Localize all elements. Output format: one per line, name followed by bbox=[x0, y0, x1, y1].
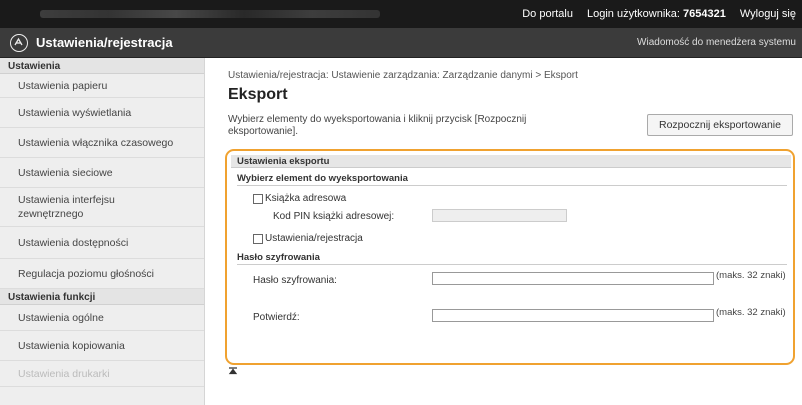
scroll-top-icon[interactable] bbox=[228, 367, 238, 377]
confirm-hint: (maks. 32 znaki) bbox=[716, 307, 786, 318]
sidebar-item-timer[interactable]: Ustawienia włącznika czasowego bbox=[0, 128, 204, 158]
sidebar-item-accessibility[interactable]: Ustawienia dostępności bbox=[0, 227, 204, 259]
sidebar-item-interface[interactable]: Ustawienia interfejsu zewnętrznego bbox=[0, 188, 140, 226]
settings-app-icon bbox=[10, 34, 28, 52]
password-hint: (maks. 32 znaki) bbox=[716, 270, 786, 281]
sidebar-item-paper[interactable]: Ustawienia papieru bbox=[0, 74, 204, 98]
address-book-label: Książka adresowa bbox=[265, 193, 347, 204]
sidebar-item-volume[interactable]: Regulacja poziomu głośności bbox=[0, 259, 204, 289]
sidebar-section-functions: Ustawienia funkcji bbox=[0, 289, 204, 305]
settings-registration-option: Ustawienia/rejestracja bbox=[253, 233, 363, 244]
breadcrumb: Ustawienia/rejestracja: Ustawienie zarzą… bbox=[228, 70, 578, 81]
settings-registration-checkbox[interactable] bbox=[253, 233, 263, 244]
page-description: Wybierz elementy do wyeksportowania i kl… bbox=[228, 114, 527, 137]
portal-link[interactable]: Do portalu bbox=[522, 8, 573, 20]
encryption-heading: Hasło szyfrowania bbox=[237, 252, 787, 265]
sidebar-item-display[interactable]: Ustawienia wyświetlania bbox=[0, 98, 204, 128]
main-content: Ustawienia/rejestracja: Ustawienie zarzą… bbox=[205, 58, 802, 405]
sidebar-item-printer[interactable]: Ustawienia drukarki bbox=[0, 361, 204, 387]
sidebar-item-general[interactable]: Ustawienia ogólne bbox=[0, 305, 204, 331]
sidebar: Ustawienia Ustawienia papieru Ustawienia… bbox=[0, 58, 205, 405]
login-label: Login użytkownika: bbox=[587, 8, 680, 20]
address-book-pin-field bbox=[432, 209, 567, 222]
logout-link[interactable]: Wyloguj się bbox=[740, 8, 796, 20]
pin-label: Kod PIN książki adresowej: bbox=[273, 211, 395, 222]
address-book-checkbox[interactable] bbox=[253, 193, 263, 204]
message-to-manager-link[interactable]: Wiadomość do menedżera systemu bbox=[637, 37, 796, 48]
confirm-password-field[interactable] bbox=[432, 309, 714, 322]
password-label: Hasło szyfrowania: bbox=[253, 275, 337, 286]
blurred-device-info bbox=[40, 10, 380, 18]
password-field[interactable] bbox=[432, 272, 714, 285]
settings-registration-label: Ustawienia/rejestracja bbox=[265, 233, 363, 244]
sidebar-item-copy[interactable]: Ustawienia kopiowania bbox=[0, 331, 204, 361]
page-title: Eksport bbox=[228, 86, 288, 103]
app-header: Ustawienia/rejestracja Wiadomość do mene… bbox=[0, 28, 802, 58]
confirm-label: Potwierdź: bbox=[253, 312, 300, 323]
top-bar: Do portalu Login użytkownika: 7654321 Wy… bbox=[0, 0, 802, 28]
export-settings-highlight: Ustawienia eksportu Wybierz element do w… bbox=[225, 149, 795, 365]
address-book-option: Książka adresowa bbox=[253, 193, 346, 204]
sidebar-item-network[interactable]: Ustawienia sieciowe bbox=[0, 158, 204, 188]
start-export-button[interactable]: Rozpocznij eksportowanie bbox=[647, 114, 793, 136]
login-id: 7654321 bbox=[683, 8, 726, 20]
export-settings-heading: Ustawienia eksportu bbox=[231, 155, 791, 168]
sidebar-section-settings: Ustawienia bbox=[0, 58, 204, 74]
select-element-heading: Wybierz element do wyeksportowania bbox=[237, 173, 787, 186]
app-title: Ustawienia/rejestracja bbox=[36, 35, 173, 50]
